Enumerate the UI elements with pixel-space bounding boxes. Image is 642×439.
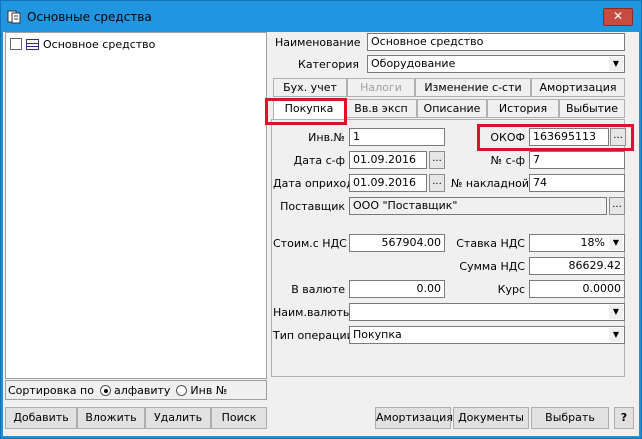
tab-commissioning[interactable]: Вв.в эксп [345,99,417,118]
currency-name-label: Наим.валюты [273,306,352,319]
tab-commissioning-label: Вв.в эксп [354,102,408,115]
supplier-label: Поставщик [280,200,345,213]
app-icon [7,10,21,24]
main-window: Основные средства ✕ Основное средство Со… [0,0,642,439]
tab-taxes[interactable]: Налоги [347,78,415,97]
num-sf-label: № с-ф [490,154,525,167]
search-button-label: Поиск [221,411,257,424]
chevron-down-icon[interactable]: ▼ [609,236,623,250]
window-title: Основные средства [27,10,152,24]
chevron-down-icon[interactable]: ▼ [609,57,623,71]
tab-accounting-label: Бух. учет [283,81,337,94]
supplier-field[interactable]: ООО "Поставщик" [349,197,607,215]
sort-inv-radio[interactable] [176,384,188,396]
sort-bar: Сортировка по алфавиту Инв № [5,380,267,400]
amortization-button[interactable]: Амортизация [375,407,453,429]
sort-alpha-label: алфавиту [113,383,171,397]
amortization-button-label: Амортизация [376,411,453,424]
client-area: Основное средство Сортировка по алфавиту… [3,32,639,436]
operation-type-select[interactable]: Покупка ▼ [349,326,625,344]
tab-taxes-label: Налоги [360,81,402,94]
supplier-browse-button[interactable]: ... [609,197,625,215]
date-pay-field[interactable]: 01.09.2016 [349,174,427,192]
tab-cost-change[interactable]: Изменение с-сти [415,78,531,97]
rate-field[interactable]: 0.0000 [529,280,625,298]
name-field[interactable]: Основное средство [367,33,625,51]
num-nakl-label: № накладной [451,177,529,190]
category-value: Оборудование [371,57,456,70]
cost-label: Стоим.с НДС [273,237,347,250]
tree-item[interactable]: Основное средство [10,36,155,52]
tab-disposal[interactable]: Выбытие [559,99,625,118]
currency-name-select[interactable]: ▼ [349,303,625,321]
rate-label: Курс [497,283,525,296]
select-button[interactable]: Выбрать [531,407,609,429]
num-nakl-field[interactable]: 74 [529,174,625,192]
tab-cost-change-label: Изменение с-сти [424,81,522,94]
currency-amount-label: В валюте [291,283,345,296]
insert-button-label: Вложить [85,411,137,424]
date-pay-label: Дата оприход [273,177,354,190]
delete-button-label: Удалить [153,411,203,424]
tree-item-label: Основное средство [43,37,156,51]
tab-disposal-label: Выбытие [565,102,619,115]
select-button-label: Выбрать [545,411,595,424]
tab-amortization-label: Амортизация [539,81,617,94]
tab-amortization[interactable]: Амортизация [531,78,625,97]
close-button[interactable]: ✕ [603,8,633,26]
vat-rate-select[interactable]: 18% ▼ [529,234,625,252]
documents-button-label: Документы [458,411,524,424]
help-icon: ? [620,411,628,424]
close-icon: ✕ [612,9,624,23]
inv-label: Инв.№ [308,131,345,144]
date-sf-picker-button[interactable]: ... [429,151,445,169]
add-button[interactable]: Добавить [5,407,77,429]
num-sf-field[interactable]: 7 [529,151,625,169]
add-button-label: Добавить [13,411,69,424]
tree-item-checkbox[interactable] [10,38,22,50]
insert-button[interactable]: Вложить [77,407,145,429]
sort-alpha-radio[interactable] [99,384,111,396]
chevron-down-icon[interactable]: ▼ [609,328,623,342]
currency-amount-field[interactable]: 0.00 [349,280,445,298]
title-bar[interactable]: Основные средства ✕ [1,1,641,33]
vat-sum-label: Сумма НДС [459,260,525,273]
help-button[interactable]: ? [614,407,634,429]
sort-label: Сортировка по [8,383,94,397]
cost-field[interactable]: 567904.00 [349,234,445,252]
sort-inv-label: Инв № [190,383,228,397]
vat-rate-value: 18% [580,236,605,249]
vat-sum-field[interactable]: 86629.42 [529,257,625,275]
date-sf-field[interactable]: 01.09.2016 [349,151,427,169]
operation-type-label: Тип операции [273,329,354,342]
date-sf-label: Дата с-ф [293,154,345,167]
inv-field[interactable]: 1 [349,128,445,146]
search-button[interactable]: Поиск [211,407,267,429]
name-label: Наименование [275,36,361,49]
vat-rate-label: Ставка НДС [456,237,525,250]
tab-accounting[interactable]: Бух. учет [273,78,347,97]
tab-history[interactable]: История [487,99,559,118]
table-icon [26,38,39,50]
operation-type-value: Покупка [353,328,402,341]
documents-button[interactable]: Документы [453,407,529,429]
category-select[interactable]: Оборудование ▼ [367,55,625,73]
highlight-box-okof [477,124,634,151]
tab-description[interactable]: Описание [417,99,487,118]
delete-button[interactable]: Удалить [145,407,211,429]
date-pay-picker-button[interactable]: ... [429,174,445,192]
tab-history-label: История [498,102,548,115]
tab-description-label: Описание [423,102,481,115]
highlight-box-purchase-tab [265,98,347,125]
asset-tree[interactable]: Основное средство [5,32,267,379]
chevron-down-icon[interactable]: ▼ [609,305,623,319]
category-label: Категория [298,58,359,71]
